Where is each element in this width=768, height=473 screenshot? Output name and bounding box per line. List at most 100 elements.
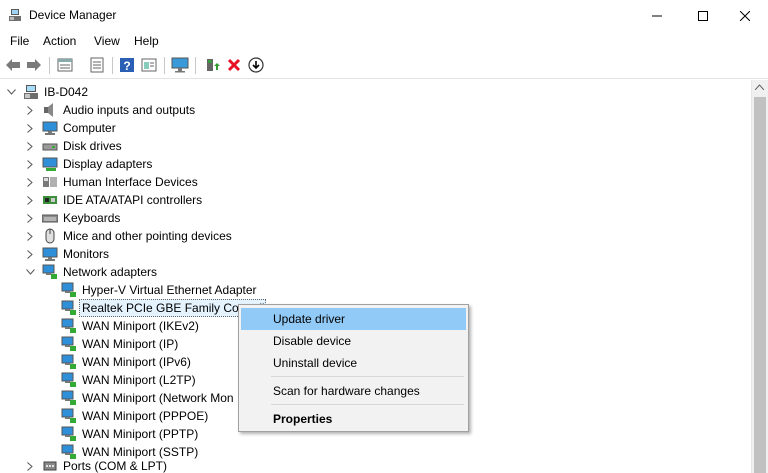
toolbar-separator [164,57,165,74]
tree-item-hid[interactable]: Human Interface Devices [0,173,300,191]
menu-help[interactable]: Help [134,34,159,48]
scrollbar-thumb[interactable] [754,97,766,473]
network-adapter-label: WAN Miniport (PPPOE) [82,409,209,423]
menu-separator [271,404,464,405]
expand-arrow-icon[interactable] [25,227,35,245]
scan-hardware-button[interactable] [171,56,189,74]
network-adapter-label: WAN Miniport (PPTP) [82,427,199,441]
expand-arrow-icon[interactable] [25,119,35,137]
menu-properties[interactable]: Properties [241,408,466,430]
menu-item-label: Properties [273,412,333,426]
scroll-up-icon[interactable] [755,84,764,90]
network-adapter-icon [42,264,57,279]
network-adapter-icon [61,354,76,369]
tree-item-keyboards[interactable]: Keyboards [0,209,300,227]
toolbar-separator [195,57,196,74]
menu-update-driver[interactable]: Update driver [241,308,466,330]
tree-item-audio[interactable]: Audio inputs and outputs [0,101,300,119]
toolbar-separator [49,57,50,74]
network-adapter-icon [61,408,76,423]
menu-scan-hardware[interactable]: Scan for hardware changes [241,380,466,402]
collapse-arrow-icon[interactable] [25,263,35,281]
tree-item-label: Display adapters [63,157,153,171]
forward-button[interactable] [25,56,43,74]
network-adapter-label: WAN Miniport (IPv6) [82,355,191,369]
tree-item-mice[interactable]: Mice and other pointing devices [0,227,300,245]
tree-item-display-adapters[interactable]: Display adapters [0,155,300,173]
network-adapter-icon [61,390,76,405]
expand-arrow-icon[interactable] [25,137,35,155]
maximize-button[interactable] [680,0,726,31]
back-arrow-icon [6,59,20,71]
tree-item-disk-drives[interactable]: Disk drives [0,137,300,155]
expand-arrow-icon[interactable] [25,209,35,227]
menu-view[interactable]: View [94,34,120,48]
tree-item-label: Disk drives [63,139,122,153]
tree-root-label: IB-D042 [44,85,89,99]
toolbar: ? [0,52,768,79]
vertical-scrollbar[interactable] [751,80,768,473]
collapse-arrow-icon[interactable] [6,83,16,101]
hid-icon [43,177,57,187]
enable-device-button[interactable] [203,56,221,74]
menu-bar: File Action View Help [0,31,768,52]
speaker-icon [44,103,53,117]
tree-item-ports[interactable]: Ports (COM & LPT) [0,457,300,473]
expand-arrow-icon[interactable] [25,173,35,191]
help-icon: ? [120,58,134,73]
menu-disable-device[interactable]: Disable device [241,330,466,352]
enable-device-icon [207,59,220,71]
network-adapter-label: Hyper-V Virtual Ethernet Adapter [82,283,257,297]
network-adapter-label: WAN Miniport (IP) [82,337,179,351]
help-button[interactable]: ? [118,56,136,74]
minimize-icon [652,15,662,16]
display-adapter-icon [42,157,58,171]
menu-item-label: Update driver [273,312,346,326]
network-adapter-icon [61,300,76,315]
menu-item-label: Uninstall device [273,356,358,370]
uninstall-device-button[interactable] [225,56,243,74]
action-view-button[interactable] [140,56,158,74]
tree-item-label: Human Interface Devices [63,175,198,189]
expand-arrow-icon[interactable] [25,457,35,473]
tree-item-label: IDE ATA/ATAPI controllers [63,193,203,207]
tree-item-label: Network adapters [63,265,158,279]
expand-arrow-icon[interactable] [25,191,35,209]
scan-icon [141,58,157,72]
network-adapter-label: WAN Miniport (IKEv2) [82,319,199,333]
svg-text:?: ? [123,59,130,73]
menu-action[interactable]: Action [43,34,76,48]
list-view-icon [90,57,104,73]
menu-separator [271,376,464,377]
close-button[interactable] [722,0,768,31]
tree-item-label: Monitors [63,247,110,261]
network-adapter-icon [61,318,76,333]
minimize-button[interactable] [634,0,680,31]
menu-file[interactable]: File [10,34,29,48]
tree-item-computer[interactable]: Computer [0,119,300,137]
mouse-icon [45,228,55,244]
update-driver-icon [248,57,264,73]
menu-uninstall-device[interactable]: Uninstall device [241,352,466,374]
properties-button[interactable] [56,56,74,74]
network-adapter-icon [61,426,76,441]
list-view-button[interactable] [88,56,106,74]
toolbar-separator [112,57,113,74]
tree-item-network-adapters[interactable]: Network adapters [0,263,300,281]
uninstall-device-icon [227,58,241,72]
back-button[interactable] [4,56,22,74]
monitor-icon [171,57,189,73]
network-adapter-item[interactable]: Hyper-V Virtual Ethernet Adapter [0,281,300,299]
expand-arrow-icon[interactable] [25,155,35,173]
expand-arrow-icon[interactable] [25,101,35,119]
network-adapter-icon [61,282,76,297]
update-driver-button[interactable] [247,56,265,74]
keyboard-icon [42,214,58,223]
tree-root[interactable]: IB-D042 [0,83,300,101]
expand-arrow-icon[interactable] [25,245,35,263]
tree-item-ide[interactable]: IDE ATA/ATAPI controllers [0,191,300,209]
properties-icon [57,58,73,72]
menu-item-label: Scan for hardware changes [273,384,420,398]
network-adapter-label: WAN Miniport (Network Mon [82,391,234,405]
tree-item-monitors[interactable]: Monitors [0,245,300,263]
